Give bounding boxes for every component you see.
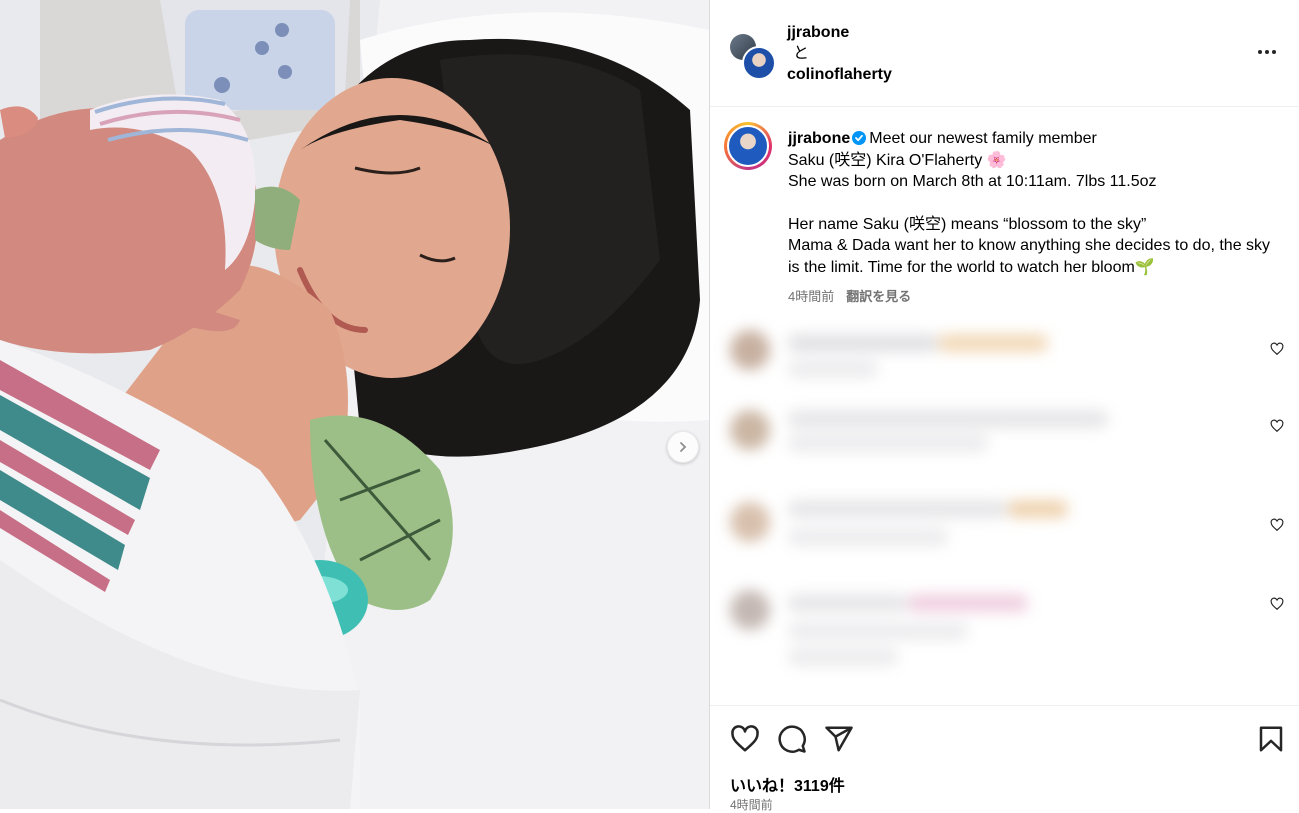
blurred-text: [1008, 500, 1068, 518]
collab-avatars[interactable]: [730, 34, 776, 80]
blurred-text: [788, 622, 968, 640]
post-time: 4時間前: [730, 798, 773, 812]
avatar: [730, 410, 770, 450]
avatar: [730, 502, 770, 542]
avatar: [730, 330, 770, 370]
blurred-text: [788, 334, 938, 352]
caption-username[interactable]: jjrabone: [788, 130, 850, 147]
blurred-text: [908, 594, 1028, 612]
avatar: [742, 46, 776, 80]
blurred-text: [788, 500, 1008, 518]
comment-item: [712, 392, 1298, 472]
comment-like-heart-icon[interactable]: [1270, 518, 1284, 532]
more-icon[interactable]: [1255, 44, 1279, 60]
next-photo-button[interactable]: [667, 431, 699, 463]
blurred-text: [788, 434, 988, 452]
blurred-comments: [712, 312, 1298, 692]
bookmark-icon[interactable]: [1256, 724, 1286, 754]
share-icon[interactable]: [824, 724, 854, 754]
blurred-text: [788, 410, 1108, 428]
comment-like-heart-icon[interactable]: [1270, 342, 1284, 356]
comment-like-heart-icon[interactable]: [1270, 597, 1284, 611]
photo-mother-and-newborn: [0, 0, 709, 809]
like-count[interactable]: いいね！3119件: [730, 772, 845, 796]
see-translation-link[interactable]: 翻訳を見る: [846, 289, 911, 304]
caption-text: jjrabone Meet our newest family member Sa…: [788, 128, 1272, 308]
blurred-text: [788, 528, 948, 546]
verified-icon: [852, 131, 867, 145]
avatar[interactable]: [724, 122, 772, 170]
caption-time: 4時間前: [788, 289, 835, 304]
heart-icon[interactable]: [730, 724, 760, 754]
blurred-text: [938, 334, 1048, 352]
caption-meta: 4時間前 翻訳を見る: [788, 286, 1272, 308]
caption-line: She was born on March 8th at 10:11am. 7l…: [788, 173, 1157, 190]
comment-item: [712, 572, 1298, 692]
post-details-panel: jjrabone と colinoflaherty jjrabone Meet o…: [709, 0, 1299, 812]
caption-line: Meet our newest family member: [869, 130, 1097, 147]
caption-line: Mama & Dada want her to know anything sh…: [788, 237, 1271, 276]
comments-list: [712, 312, 1298, 705]
caption-line: Saku (咲空) Kira O'Flaherty 🌸: [788, 151, 1007, 169]
comment-like-heart-icon[interactable]: [1270, 419, 1284, 433]
chevron-right-icon: [680, 442, 687, 452]
blurred-text: [788, 594, 908, 612]
comment-icon[interactable]: [777, 724, 807, 754]
post-photo: [0, 0, 709, 809]
comment-item: [712, 472, 1298, 572]
collab-usernames: jjrabone と colinoflaherty: [787, 22, 892, 85]
avatar: [730, 590, 770, 630]
username-link-1[interactable]: jjrabone: [787, 22, 892, 43]
blurred-text: [788, 360, 878, 378]
caption-line: Her name Saku (咲空) means “blossom to the…: [788, 215, 1147, 233]
collab-connector: と: [793, 45, 810, 62]
post-header: jjrabone と colinoflaherty: [710, 0, 1299, 107]
comment-item: [712, 312, 1298, 392]
post-actions: いいね！3119件 4時間前: [710, 705, 1299, 812]
username-link-2[interactable]: colinoflaherty: [787, 64, 892, 85]
blurred-text: [788, 648, 898, 666]
